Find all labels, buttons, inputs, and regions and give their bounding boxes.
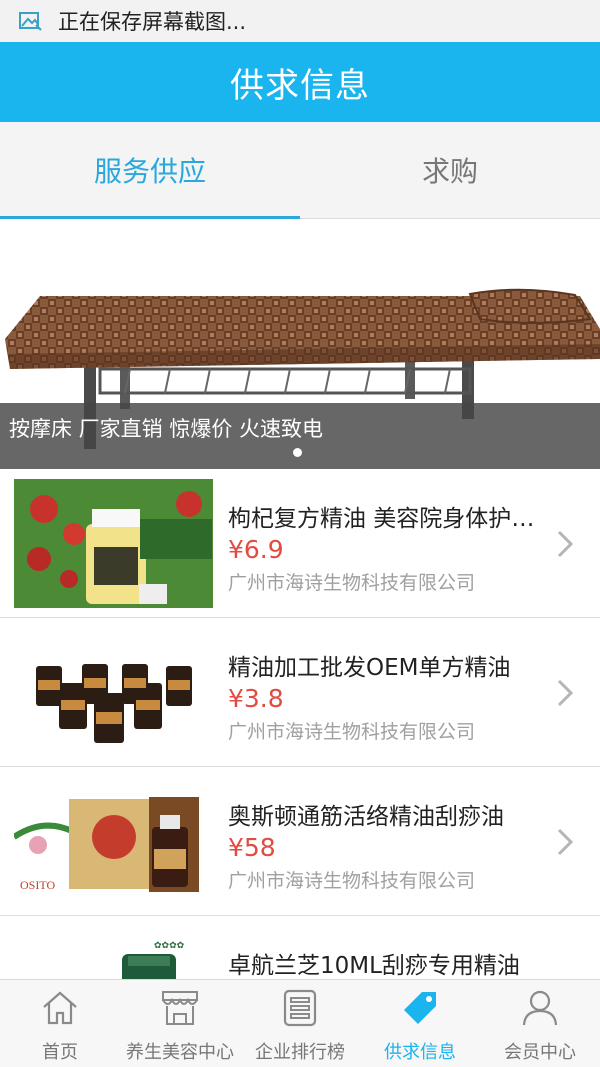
page-title: 供求信息 [230, 65, 370, 106]
tabbar-item-supply[interactable]: 供求信息 [360, 980, 480, 1067]
product-name: 枸杞复方精油 美容院身体护理香薰精油 [228, 506, 538, 532]
tab-purchase[interactable]: 求购 [300, 122, 600, 218]
tabbar-item-member[interactable]: 会员中心 [480, 980, 600, 1067]
tabbar-label: 会员中心 [504, 1042, 576, 1063]
bottom-tab-bar: 首页 养生美容中心 企业排行榜 供求信息 会员中心 [0, 979, 600, 1067]
product-image [14, 479, 213, 608]
tabbar-item-ranking[interactable]: 企业排行榜 [240, 980, 360, 1067]
carousel-indicator [293, 448, 302, 457]
banner-carousel[interactable]: 按摩床 厂家直销 惊爆价 火速致电 [0, 219, 600, 469]
user-icon [522, 990, 558, 1026]
screenshot-icon [19, 12, 42, 31]
product-name: 奥斯顿通筋活络精油刮痧油 [228, 804, 504, 830]
tabbar-label: 首页 [42, 1042, 78, 1063]
tabbar-label: 供求信息 [384, 1042, 456, 1063]
list-item[interactable]: 枸杞复方精油 美容院身体护理香薰精油 ¥6.9 广州市海诗生物科技有限公司 [0, 469, 600, 618]
product-name: 卓航兰芝10ML刮痧专用精油 [228, 953, 520, 979]
chevron-right-icon [557, 679, 574, 707]
svg-text:✿✿✿✿: ✿✿✿✿ [154, 940, 185, 950]
list-item[interactable]: OSITO 奥斯顿通筋活络精油刮痧油 ¥58 广州市海诗生物科技有限公司 [0, 767, 600, 916]
product-price: ¥6.9 [228, 535, 284, 564]
product-price: ¥3.8 [228, 684, 284, 713]
banner-caption-bar: 按摩床 厂家直销 惊爆价 火速致电 [0, 403, 600, 469]
home-icon [43, 991, 77, 1025]
chevron-right-icon [557, 828, 574, 856]
product-company: 广州市海诗生物科技有限公司 [228, 572, 476, 594]
product-company: 广州市海诗生物科技有限公司 [228, 721, 476, 743]
status-bar: 正在保存屏幕截图... [0, 0, 600, 42]
tabbar-item-home[interactable]: 首页 [0, 980, 120, 1067]
store-icon [162, 991, 198, 1025]
segment-tabs: 服务供应 求购 [0, 122, 600, 219]
status-text: 正在保存屏幕截图... [58, 10, 247, 34]
tabbar-item-beauty-center[interactable]: 养生美容中心 [120, 980, 240, 1067]
product-image [14, 628, 213, 757]
app-header: 供求信息 [0, 42, 600, 122]
svg-text:OSITO: OSITO [20, 878, 55, 892]
product-image: OSITO [14, 777, 213, 906]
product-list: 枸杞复方精油 美容院身体护理香薰精油 ¥6.9 广州市海诗生物科技有限公司 [0, 469, 600, 1065]
tabbar-label: 养生美容中心 [126, 1042, 234, 1063]
product-company: 广州市海诗生物科技有限公司 [228, 870, 476, 892]
product-price: ¥58 [228, 833, 276, 862]
tabbar-label: 企业排行榜 [255, 1042, 345, 1063]
list-icon [283, 989, 317, 1027]
banner-caption: 按摩床 厂家直销 惊爆价 火速致电 [9, 417, 324, 441]
chevron-right-icon [557, 530, 574, 558]
tag-icon [404, 992, 436, 1024]
tab-service-supply[interactable]: 服务供应 [0, 122, 300, 219]
list-item[interactable]: 精油加工批发OEM单方精油 ¥3.8 广州市海诗生物科技有限公司 [0, 618, 600, 767]
product-name: 精油加工批发OEM单方精油 [228, 655, 511, 681]
